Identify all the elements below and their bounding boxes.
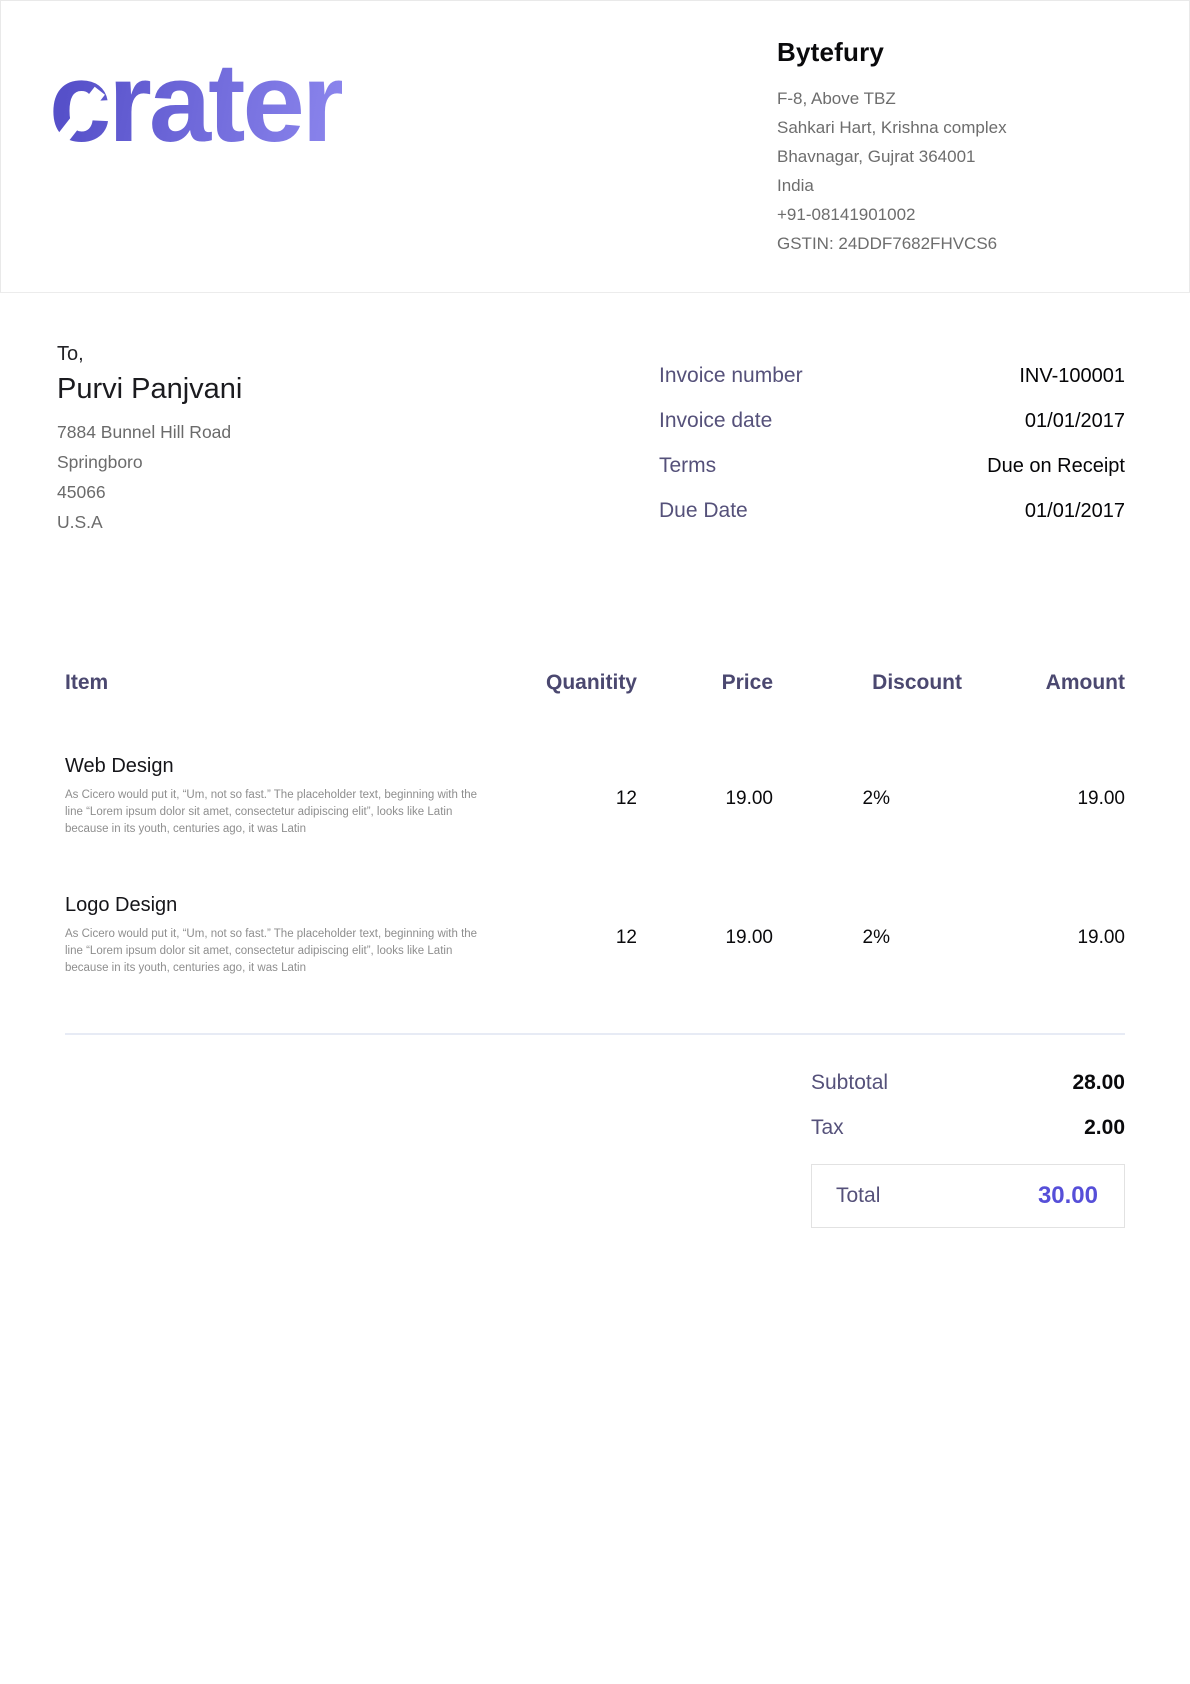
- company-phone: +91-08141901002: [777, 200, 1127, 229]
- invoice-header: crater Bytefury F-8, Above TBZ Sahkari H…: [0, 0, 1190, 293]
- due-date-value: 01/01/2017: [1025, 500, 1125, 523]
- total-box: Total 30.00: [811, 1164, 1125, 1228]
- company-address-line: F-8, Above TBZ: [777, 84, 1127, 113]
- customer-address-line: U.S.A: [57, 507, 242, 537]
- tax-label: Tax: [811, 1116, 844, 1140]
- item-amount: 19.00: [962, 868, 1125, 1007]
- subtotal-value: 28.00: [1072, 1071, 1125, 1095]
- item-cell: Logo Design As Cicero would put it, “Um,…: [65, 868, 485, 1007]
- company-name: Bytefury: [777, 37, 1127, 68]
- to-label: To,: [57, 343, 242, 366]
- company-address: F-8, Above TBZ Sahkari Hart, Krishna com…: [777, 84, 1127, 258]
- item-description: As Cicero would put it, “Um, not so fast…: [65, 926, 485, 977]
- item-name: Logo Design: [65, 894, 485, 917]
- column-header-discount: Discount: [773, 671, 962, 729]
- terms-row: Terms Due on Receipt: [659, 453, 1125, 479]
- item-price: 19.00: [637, 729, 773, 868]
- item-description: As Cicero would put it, “Um, not so fast…: [65, 787, 485, 838]
- invoice-number-row: Invoice number INV-100001: [659, 363, 1125, 389]
- terms-label: Terms: [659, 454, 716, 478]
- item-cell: Web Design As Cicero would put it, “Um, …: [65, 729, 485, 868]
- invoice-number-value: INV-100001: [1019, 365, 1125, 388]
- item-name: Web Design: [65, 755, 485, 778]
- invoice-date-label: Invoice date: [659, 409, 772, 433]
- company-address-line: India: [777, 171, 1127, 200]
- items-table: Item Quanitity Price Discount Amount Web…: [65, 671, 1125, 1007]
- column-header-quantity: Quanitity: [485, 671, 637, 729]
- invoice-number-label: Invoice number: [659, 364, 803, 388]
- item-discount: 2%: [773, 729, 962, 868]
- column-header-amount: Amount: [962, 671, 1125, 729]
- bill-to-block: To, Purvi Panjvani 7884 Bunnel Hill Road…: [57, 343, 242, 543]
- subtotal-row: Subtotal 28.00: [811, 1071, 1125, 1095]
- company-address-line: Sahkari Hart, Krishna complex: [777, 113, 1127, 142]
- tax-value: 2.00: [1084, 1116, 1125, 1140]
- column-header-price: Price: [637, 671, 773, 729]
- table-divider: [65, 1033, 1125, 1035]
- company-gstin: GSTIN: 24DDF7682FHVCS6: [777, 229, 1127, 258]
- customer-address-line: 7884 Bunnel Hill Road: [57, 417, 242, 447]
- invoice-page: crater Bytefury F-8, Above TBZ Sahkari H…: [0, 0, 1190, 1684]
- item-discount: 2%: [773, 868, 962, 1007]
- invoice-date-row: Invoice date 01/01/2017: [659, 408, 1125, 434]
- company-block: Bytefury F-8, Above TBZ Sahkari Hart, Kr…: [777, 37, 1127, 258]
- column-header-item: Item: [65, 671, 485, 729]
- customer-address-line: Springboro: [57, 447, 242, 477]
- due-date-label: Due Date: [659, 499, 748, 523]
- item-amount: 19.00: [962, 729, 1125, 868]
- due-date-row: Due Date 01/01/2017: [659, 498, 1125, 524]
- customer-address-line: 45066: [57, 477, 242, 507]
- table-row: Web Design As Cicero would put it, “Um, …: [65, 729, 1125, 868]
- totals-section: Subtotal 28.00 Tax 2.00 Total 30.00: [65, 1071, 1125, 1228]
- tax-row: Tax 2.00: [811, 1116, 1125, 1140]
- item-price: 19.00: [637, 868, 773, 1007]
- crater-logo: crater: [49, 41, 342, 164]
- invoice-meta: Invoice number INV-100001 Invoice date 0…: [659, 363, 1125, 543]
- total-label: Total: [836, 1184, 880, 1208]
- table-row: Logo Design As Cicero would put it, “Um,…: [65, 868, 1125, 1007]
- subtotal-label: Subtotal: [811, 1071, 888, 1095]
- terms-value: Due on Receipt: [987, 455, 1125, 478]
- invoice-date-value: 01/01/2017: [1025, 410, 1125, 433]
- customer-name: Purvi Panjvani: [57, 373, 242, 406]
- total-value: 30.00: [1038, 1182, 1098, 1210]
- bill-section: To, Purvi Panjvani 7884 Bunnel Hill Road…: [0, 293, 1190, 543]
- logo-slice-icon: [418, 89, 465, 146]
- item-quantity: 12: [485, 729, 637, 868]
- item-quantity: 12: [485, 868, 637, 1007]
- items-table-header-row: Item Quanitity Price Discount Amount: [65, 671, 1125, 729]
- company-address-line: Bhavnagar, Gujrat 364001: [777, 142, 1127, 171]
